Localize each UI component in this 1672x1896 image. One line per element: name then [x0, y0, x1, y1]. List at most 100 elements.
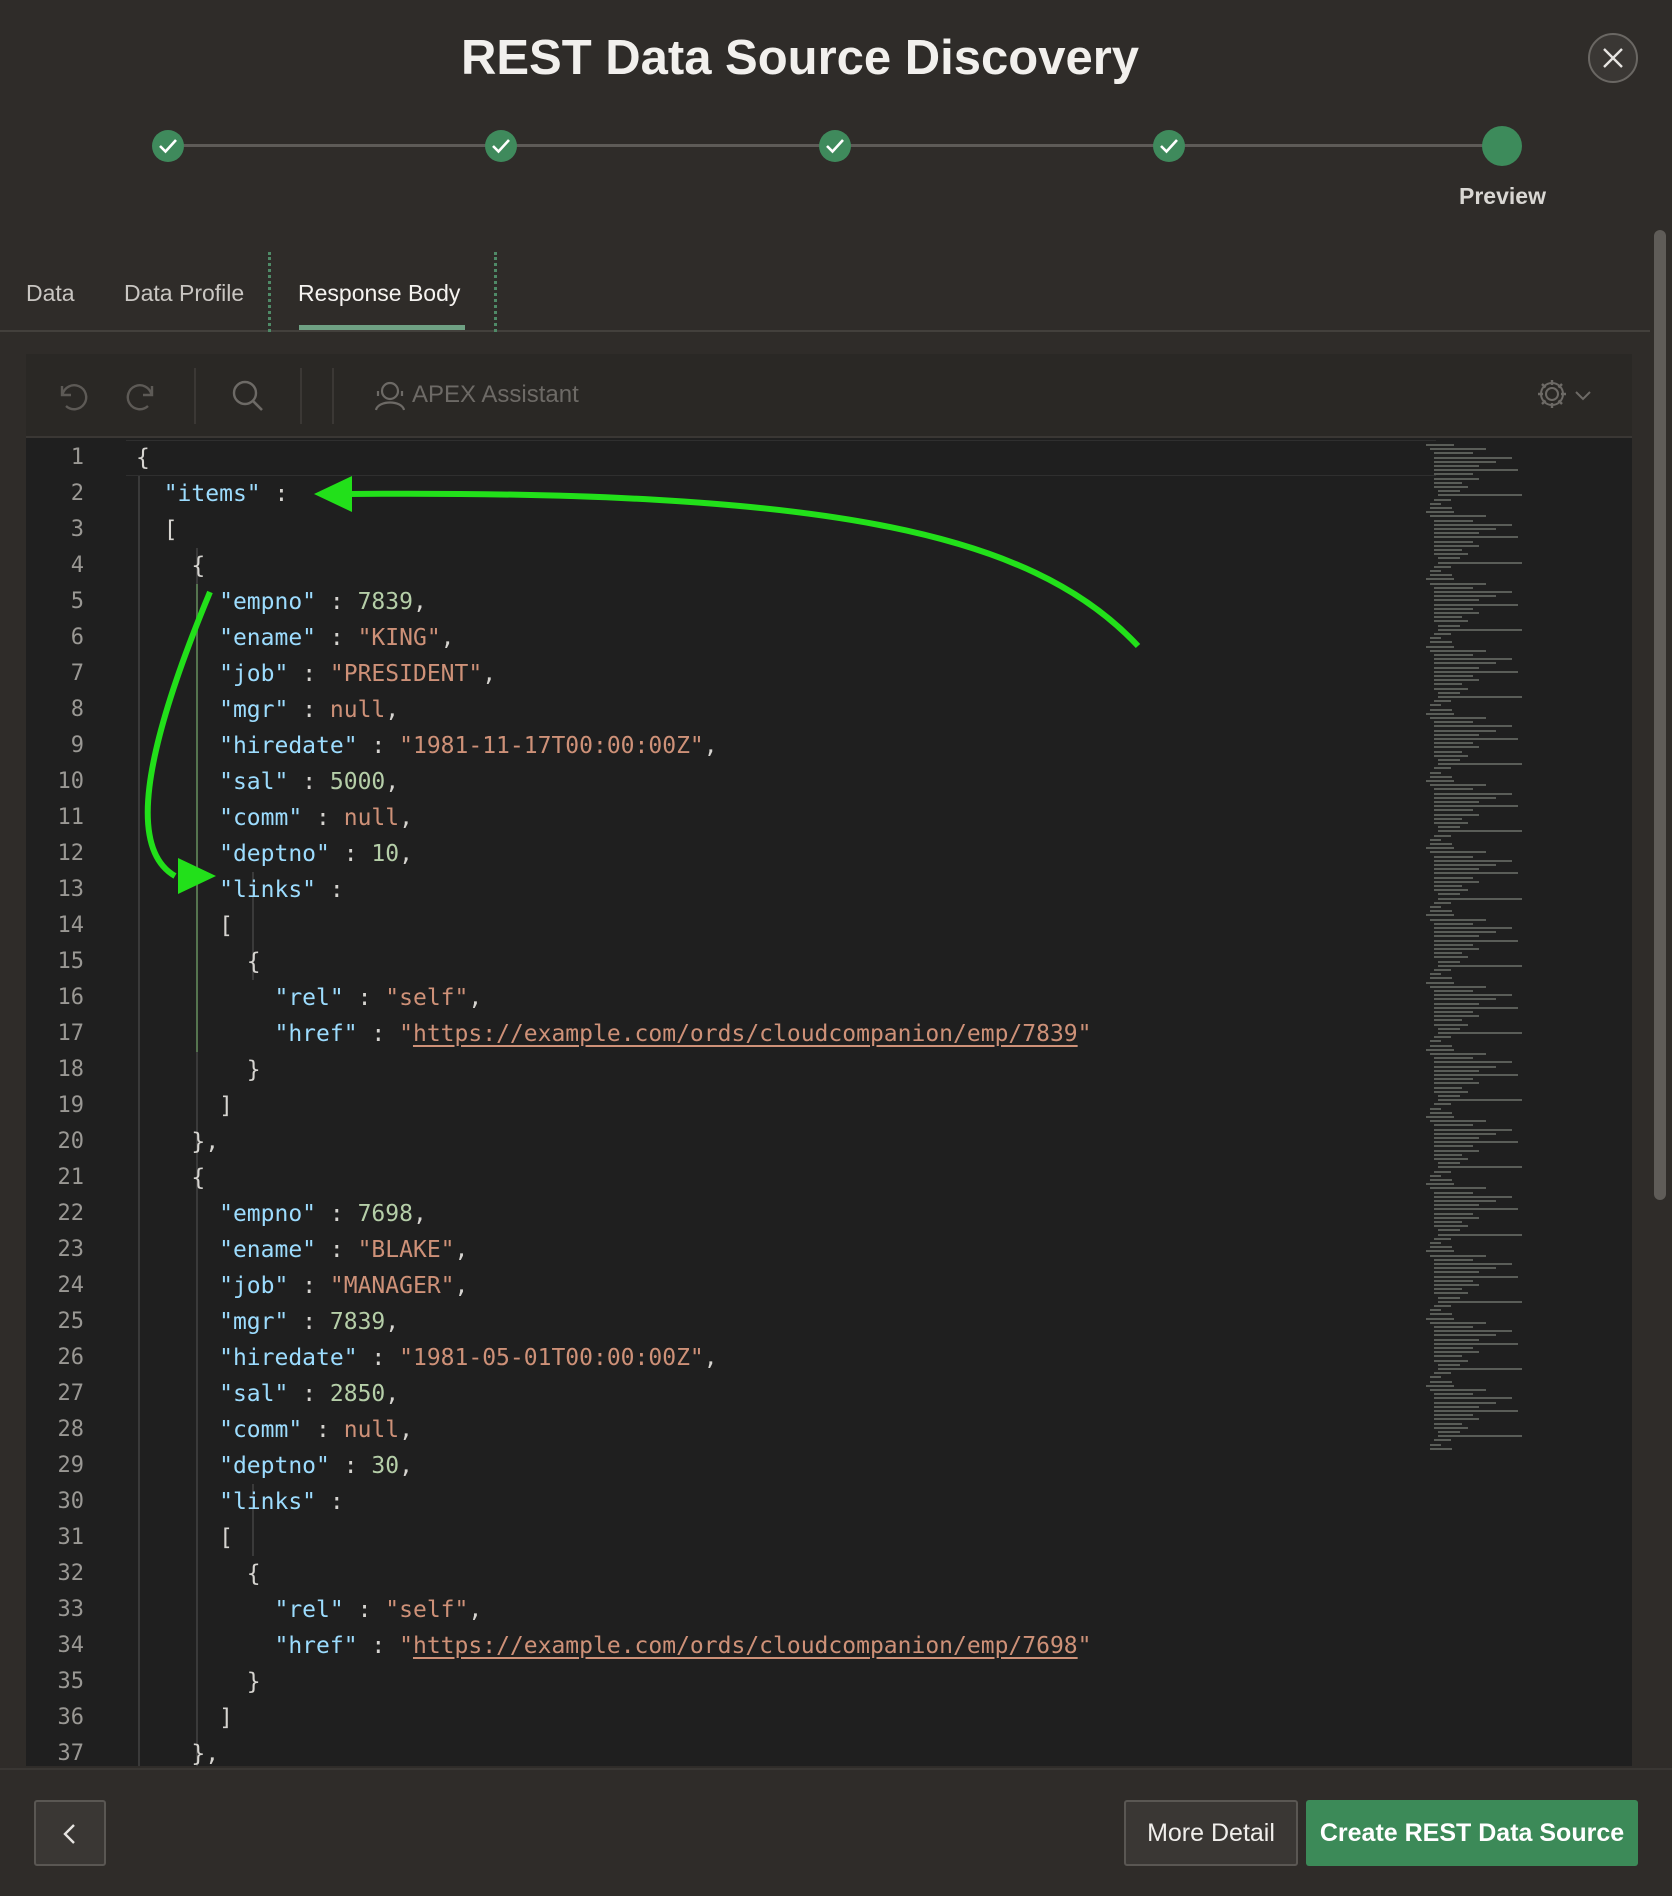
minimap-line	[1434, 1208, 1518, 1211]
editor-toolbar: APEX Assistant	[26, 354, 1632, 438]
minimap-line	[1434, 1090, 1468, 1093]
line-number: 28	[57, 1417, 85, 1442]
line-number: 32	[57, 1561, 85, 1586]
minimap-line	[1430, 502, 1442, 505]
wizard-progress: Preview	[0, 0, 1672, 220]
code-line: {	[136, 1561, 261, 1587]
json-value: "PRESIDENT"	[329, 661, 483, 687]
minimap-line	[1434, 1342, 1518, 1345]
minimap-line	[1438, 1435, 1522, 1438]
minimap-line	[1434, 809, 1474, 812]
minimap-line	[1434, 687, 1468, 690]
search-icon[interactable]	[228, 376, 268, 416]
minimap-line	[1434, 725, 1513, 728]
minimap-line	[1434, 662, 1496, 665]
minimap-line	[1434, 633, 1451, 635]
json-key: "links"	[219, 1489, 317, 1515]
minimap-line	[1434, 1019, 1462, 1022]
minimap-line	[1434, 616, 1462, 619]
minimap-line	[1434, 1082, 1479, 1085]
line-number: 15	[57, 949, 85, 974]
minimap-line	[1434, 1405, 1479, 1408]
code-line: "rel" : "self",	[274, 1597, 483, 1623]
code-line: "links" :	[219, 1489, 344, 1515]
minimap-line	[1434, 620, 1468, 623]
create-rest-data-source-button[interactable]: Create REST Data Source	[1306, 1800, 1638, 1866]
assistant-icon[interactable]	[370, 376, 410, 416]
tab-focus-left	[268, 252, 271, 332]
redo-icon[interactable]	[122, 376, 162, 416]
minimap-line	[1434, 1170, 1451, 1173]
minimap-line	[1434, 536, 1518, 539]
minimap-line	[1434, 952, 1462, 955]
minimap-line	[1434, 1410, 1518, 1412]
dialog-scrollbar[interactable]	[1654, 230, 1666, 1200]
minimap-line	[1438, 893, 1461, 896]
code-content[interactable]: 1 2 3 4 5 6 7 8 9 10 11 12 13 14 15 16 1…	[26, 440, 1632, 1766]
json-key: "href"	[274, 1021, 358, 1047]
json-key: "mgr"	[219, 1309, 289, 1335]
json-key: "hiredate"	[219, 1345, 358, 1371]
minimap-line	[1430, 641, 1453, 644]
minimap-line	[1430, 918, 1486, 921]
gear-icon[interactable]	[1534, 376, 1570, 412]
code-line: {	[136, 553, 206, 579]
minimap-line	[1438, 1229, 1461, 1232]
minimap-line	[1434, 1216, 1479, 1219]
tab-data-profile[interactable]: Data Profile	[124, 280, 244, 307]
json-link[interactable]: https://example.com/ords/cloudcompanion/…	[413, 1633, 1078, 1659]
json-key: "empno"	[219, 589, 317, 615]
minimap-line	[1434, 540, 1474, 543]
minimap-line	[1430, 649, 1486, 652]
json-link[interactable]: https://example.com/ords/cloudcompanion/…	[413, 1021, 1078, 1047]
code-line: }	[136, 1669, 261, 1695]
more-detail-button[interactable]: More Detail	[1124, 1800, 1298, 1866]
json-value: "1981-05-01T00:00:00Z"	[399, 1345, 704, 1371]
tab-data[interactable]: Data	[26, 280, 75, 307]
line-number: 11	[57, 805, 85, 830]
chevron-down-icon[interactable]	[1574, 390, 1592, 402]
minimap-line	[1434, 1200, 1496, 1202]
apex-assistant-button[interactable]: APEX Assistant	[412, 381, 579, 409]
minimap-line	[1430, 1246, 1453, 1249]
minimap-line	[1426, 914, 1454, 917]
minimap-line	[1434, 1334, 1496, 1337]
minimap-line	[1430, 1321, 1486, 1324]
line-number: 25	[57, 1309, 85, 1334]
minimap-line	[1434, 1237, 1451, 1240]
minimap-line	[1434, 733, 1479, 736]
minimap-line	[1434, 1212, 1474, 1215]
minimap-line	[1434, 456, 1513, 459]
minimap-line	[1434, 1347, 1474, 1349]
json-key: "sal"	[219, 769, 289, 795]
code-line: "mgr" : 7839,	[219, 1309, 400, 1335]
minimap-line	[1434, 553, 1468, 556]
json-value: 7839	[357, 589, 413, 615]
minimap-line	[1430, 448, 1486, 451]
minimap-line	[1434, 481, 1462, 484]
code-editor: APEX Assistant 1 2 3 4 5 6 7 8 9 10 11 1…	[26, 354, 1632, 1766]
minimap-line	[1434, 1002, 1479, 1005]
code-line: "hiredate" : "1981-05-01T00:00:00Z",	[219, 1345, 718, 1371]
minimap-line	[1426, 780, 1454, 782]
minimap-line	[1430, 704, 1442, 707]
code-line: "href" : "https://example.com/ords/cloud…	[274, 1021, 1092, 1047]
line-number: 5	[70, 589, 84, 614]
minimap-line	[1434, 670, 1518, 673]
minimap-line	[1434, 822, 1468, 824]
tab-response-body[interactable]: Response Body	[298, 280, 460, 307]
code-line: "job" : "PRESIDENT",	[219, 661, 497, 687]
minimap-line	[1434, 956, 1468, 959]
undo-icon[interactable]	[52, 376, 92, 416]
minimap-line	[1434, 469, 1518, 472]
previous-button[interactable]	[34, 1800, 106, 1866]
minimap-line	[1426, 1116, 1454, 1118]
minimap-line	[1430, 570, 1442, 572]
minimap-line	[1434, 805, 1518, 808]
minimap-line	[1430, 910, 1453, 913]
line-number: 31	[57, 1525, 85, 1550]
minimap-line	[1434, 792, 1513, 795]
code-minimap[interactable]	[1416, 440, 1632, 1500]
minimap-line	[1434, 788, 1474, 791]
minimap-line	[1434, 565, 1451, 568]
